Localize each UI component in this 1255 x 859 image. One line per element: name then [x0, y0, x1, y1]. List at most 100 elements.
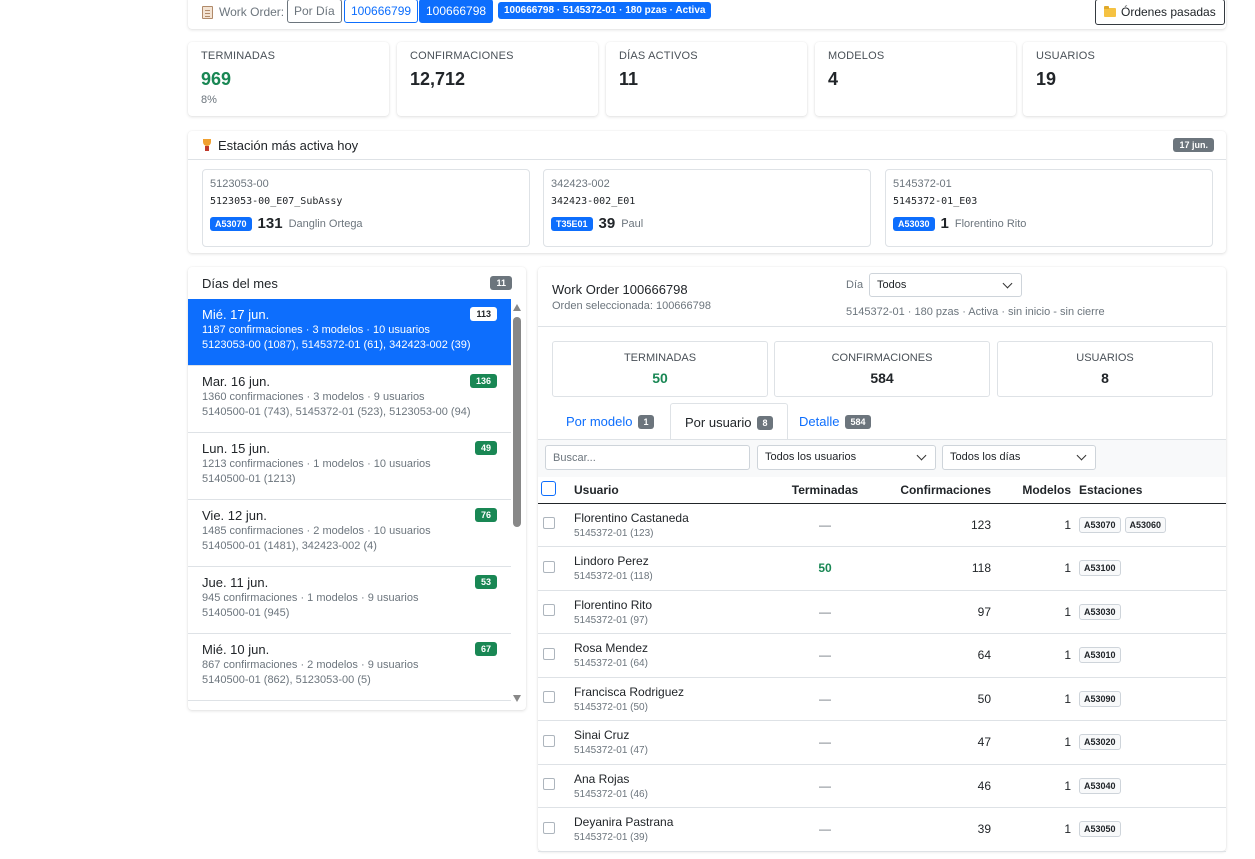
day-title: Vie. 12 jun.: [202, 508, 267, 523]
user-confirmaciones: 97: [880, 590, 995, 634]
user-terminadas: —: [770, 764, 880, 808]
stat-confirmaciones: CONFIRMACIONES 12,712: [397, 42, 598, 116]
station-name: 5145372-01_E03: [893, 196, 978, 207]
station-user: Danglin Ortega: [288, 217, 363, 230]
tab-badge: 8: [757, 416, 773, 430]
day-meta: 867 confirmaciones · 2 modelos · 9 usuar…: [202, 659, 419, 671]
station-card[interactable]: 5145372-01 5145372-01_E03 A53030 1 Flore…: [885, 169, 1213, 247]
search-input[interactable]: [545, 445, 750, 470]
day-badge: 67: [474, 642, 497, 656]
work-order-100666799-button[interactable]: 100666799: [344, 0, 419, 23]
day-meta: 1360 confirmaciones · 3 modelos · 9 usua…: [202, 391, 425, 403]
user-name: Deyanira Pastrana: [574, 815, 674, 830]
table-row[interactable]: Florentino Castaneda 5145372-01 (123) — 1…: [538, 503, 1226, 547]
user-confirmaciones: 64: [880, 633, 995, 678]
days-scrollbar[interactable]: [512, 299, 522, 707]
table-row[interactable]: Francisca Rodriguez 5145372-01 (50) — 50 …: [538, 677, 1226, 721]
detail-stat-confirmaciones: CONFIRMACIONES 584: [774, 341, 990, 397]
day-item[interactable]: Mié. 17 jun. 1187 confirmaciones · 3 mod…: [188, 299, 511, 366]
detail-stat-usuarios: USUARIOS 8: [997, 341, 1213, 397]
user-name: Florentino Rito: [574, 597, 653, 612]
day-meta: 1485 confirmaciones · 2 modelos · 10 usu…: [202, 525, 431, 537]
col-usuario[interactable]: Usuario: [570, 477, 770, 504]
row-checkbox[interactable]: [543, 560, 555, 573]
station-name: 5123053-00_E07_SubAssy: [210, 196, 343, 207]
user-modelos: 1: [995, 503, 1075, 547]
detail-stat-value: 50: [652, 370, 668, 386]
users-filter-value: Todos los usuarios: [765, 451, 857, 463]
row-checkbox[interactable]: [543, 691, 555, 704]
tab-por-modelo[interactable]: Por modelo 1: [552, 403, 668, 439]
user-model: 5145372-01 (39): [574, 832, 648, 844]
stat-label: DÍAS ACTIVOS: [619, 50, 698, 62]
day-title: Mar. 16 jun.: [202, 374, 270, 389]
table-row[interactable]: Ana Rojas 5145372-01 (46) — 46 1 A53040: [538, 764, 1226, 808]
col-estaciones[interactable]: Estaciones: [1075, 477, 1226, 504]
station-card[interactable]: 5123053-00 5123053-00_E07_SubAssy A53070…: [202, 169, 530, 247]
col-terminadas[interactable]: Terminadas: [770, 477, 880, 504]
day-item[interactable]: Jue. 11 jun. 945 confirmaciones · 1 mode…: [188, 567, 511, 634]
stat-label: CONFIRMACIONES: [410, 50, 514, 62]
scroll-down-icon[interactable]: [513, 695, 521, 702]
table-row[interactable]: Lindoro Perez 5145372-01 (118) 50 118 1 A…: [538, 546, 1226, 591]
user-confirmaciones: 47: [880, 720, 995, 765]
user-modelos: 1: [995, 590, 1075, 634]
station-card[interactable]: 342423-002 342423-002_E01 T35E01 39 Paul: [543, 169, 871, 247]
select-all-checkbox[interactable]: [541, 480, 556, 496]
day-item[interactable]: Vie. 12 jun. 1485 confirmaciones · 2 mod…: [188, 500, 511, 567]
detail-subtitle: Orden seleccionada: 100666798: [552, 300, 712, 312]
user-model: 5145372-01 (97): [574, 614, 648, 626]
station-user: Paul: [621, 217, 644, 230]
day-item[interactable]: Lun. 15 jun. 1213 confirmaciones · 1 mod…: [188, 433, 511, 500]
days-filter-select[interactable]: Todos los días: [942, 445, 1096, 470]
stat-percent: 8%: [201, 94, 217, 106]
scroll-thumb[interactable]: [513, 317, 521, 527]
row-checkbox[interactable]: [543, 647, 555, 660]
day-title: Lun. 15 jun.: [202, 441, 270, 456]
days-header: Días del mes 11: [188, 267, 526, 299]
station-user: Florentino Rito: [954, 217, 1027, 230]
work-order-text: Work Order:: [219, 5, 285, 19]
table-row[interactable]: Sinai Cruz 5145372-01 (47) — 47 1 A53020: [538, 720, 1226, 765]
station-model: 5123053-00: [210, 178, 269, 190]
por-dia-button[interactable]: Por Día: [287, 0, 342, 23]
detail-stat-label: CONFIRMACIONES: [831, 352, 933, 364]
detail-tabs: Por modelo 1 Por usuario 8 Detalle 584: [538, 403, 1226, 439]
day-item[interactable]: Mié. 10 jun. 867 confirmaciones · 2 mode…: [188, 634, 511, 701]
row-checkbox[interactable]: [543, 821, 555, 834]
row-checkbox[interactable]: [543, 604, 555, 617]
work-order-100666798-button[interactable]: 100666798: [419, 0, 494, 23]
day-title: Jue. 11 jun.: [202, 575, 269, 590]
users-filter-select[interactable]: Todos los usuarios: [757, 445, 936, 470]
col-confirmaciones[interactable]: Confirmaciones: [880, 477, 995, 504]
day-item[interactable]: Mar. 16 jun. 1360 confirmaciones · 3 mod…: [188, 366, 511, 433]
station-pill: A53060: [1124, 516, 1167, 533]
user-confirmaciones: 39: [880, 807, 995, 852]
stat-dias-activos: DÍAS ACTIVOS 11: [606, 42, 807, 116]
user-terminadas: 50: [770, 546, 880, 591]
row-checkbox[interactable]: [543, 778, 555, 791]
station-count: 1: [940, 215, 949, 232]
station-badge: A53070: [210, 216, 252, 231]
table-row[interactable]: Florentino Rito 5145372-01 (97) — 97 1 A5…: [538, 590, 1226, 634]
row-checkbox[interactable]: [543, 734, 555, 747]
table-row[interactable]: Rosa Mendez 5145372-01 (64) — 64 1 A53010: [538, 633, 1226, 678]
tab-detalle[interactable]: Detalle 584: [785, 403, 885, 439]
day-title: Mié. 17 jun.: [202, 307, 270, 322]
detail-stat-label: TERMINADAS: [623, 352, 697, 364]
row-checkbox[interactable]: [543, 517, 555, 530]
scroll-up-icon[interactable]: [513, 304, 521, 311]
day-item[interactable]: [188, 701, 511, 707]
chevron-down-icon: [916, 450, 927, 461]
station-badge: A53030: [893, 216, 935, 231]
user-terminadas: —: [770, 633, 880, 678]
col-modelos[interactable]: Modelos: [995, 477, 1075, 504]
past-orders-button[interactable]: Órdenes pasadas: [1095, 0, 1225, 25]
user-modelos: 1: [995, 764, 1075, 808]
table-row[interactable]: Deyanira Pastrana 5145372-01 (39) — 39 1 …: [538, 807, 1226, 852]
user-name: Lindoro Perez: [574, 554, 649, 569]
day-title: Mié. 10 jun.: [202, 642, 270, 657]
dia-select[interactable]: Todos: [869, 273, 1022, 297]
detail-meta: 5145372-01 · 180 pzas · Activa · sin ini…: [846, 306, 1105, 318]
tab-por-usuario[interactable]: Por usuario 8: [670, 403, 788, 439]
